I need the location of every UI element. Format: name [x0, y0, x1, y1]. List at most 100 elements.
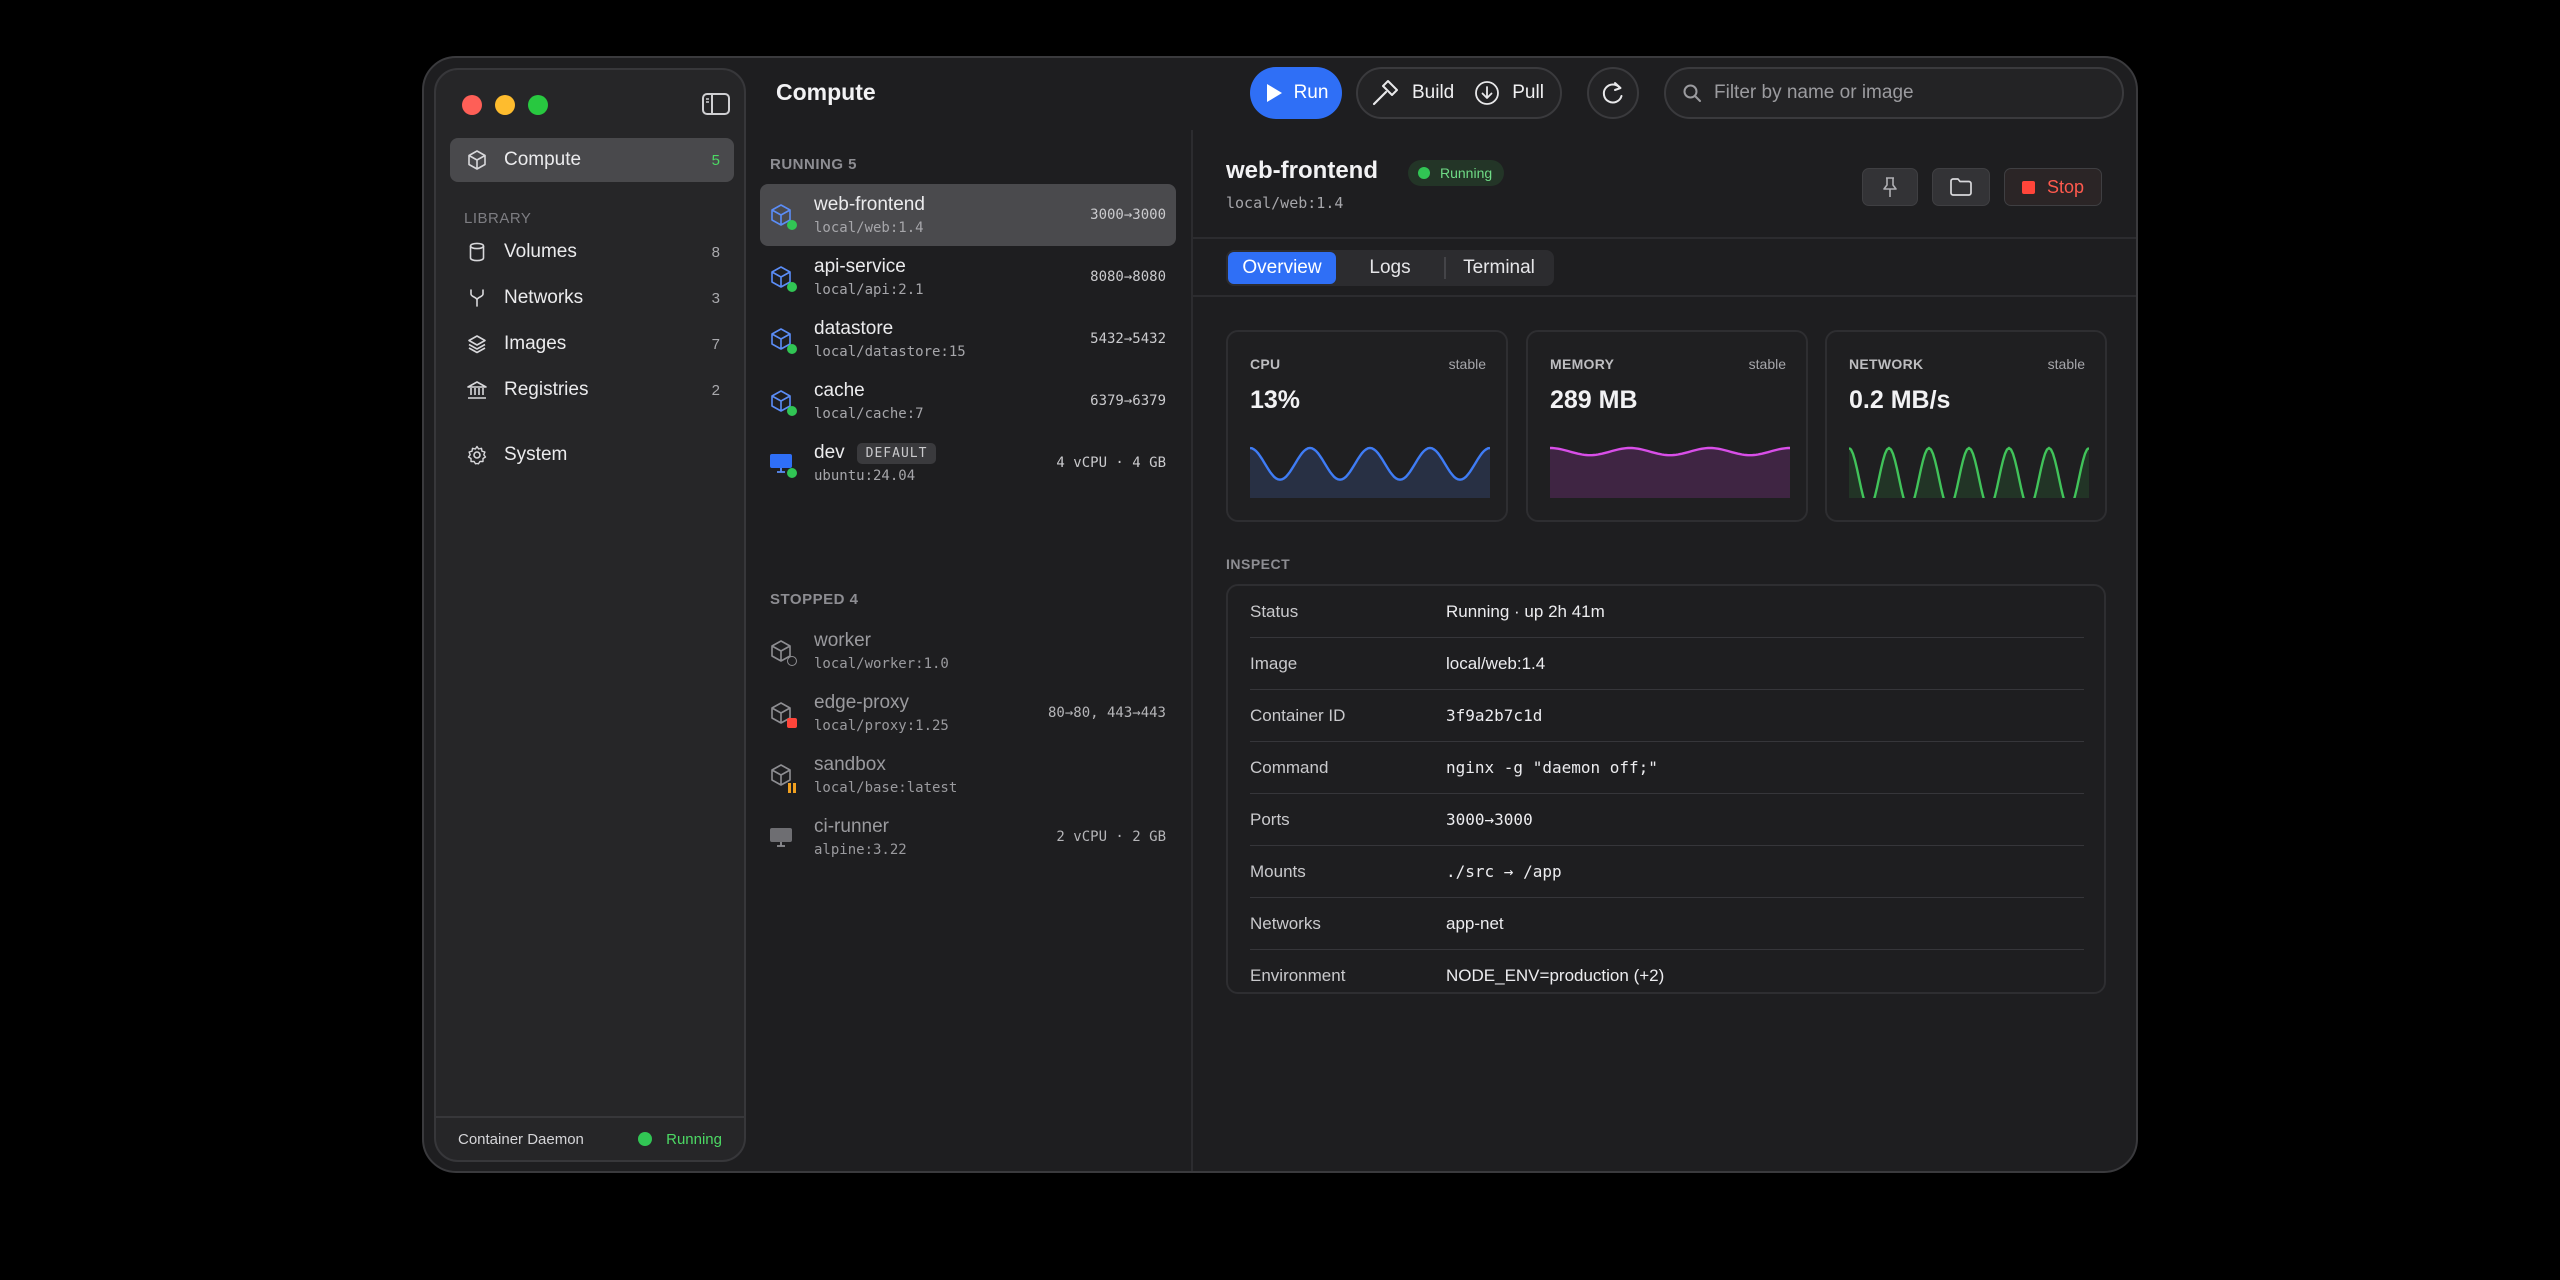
container-row-web-frontend[interactable]: web-frontend local/web:1.4 3000→3000 — [760, 184, 1176, 246]
error-status-icon — [787, 718, 797, 728]
play-icon — [1266, 84, 1282, 102]
pull-button[interactable]: Pull — [1474, 80, 1544, 106]
build-button[interactable]: Build — [1370, 78, 1454, 108]
cube-icon — [466, 149, 488, 171]
stat-trend: stable — [1448, 356, 1486, 372]
inspect-row-ports: Ports 3000→3000 — [1250, 794, 2084, 846]
container-row-datastore[interactable]: datastore local/datastore:15 5432→5432 — [760, 308, 1176, 370]
sidebar-item-count: 2 — [711, 381, 720, 399]
sidebar-item-networks[interactable]: Networks 3 — [450, 276, 734, 320]
sidebar-item-label: Networks — [504, 287, 584, 308]
stop-label: Stop — [2046, 176, 2085, 197]
tab-overview[interactable]: Overview — [1228, 252, 1336, 284]
status-dot-icon — [1418, 167, 1430, 179]
bank-icon — [466, 379, 488, 401]
container-row-cache[interactable]: cache local/cache:7 6379→6379 — [760, 370, 1176, 432]
container-cube-icon — [768, 762, 796, 793]
tab-terminal[interactable]: Terminal — [1446, 252, 1552, 284]
sidebar-item-label: Volumes — [504, 241, 577, 262]
container-image: local/cache:7 — [814, 406, 924, 422]
daemon-status: Running — [666, 1130, 722, 1148]
cylinder-icon — [466, 241, 488, 263]
sidebar-item-registries[interactable]: Registries 2 — [450, 368, 734, 412]
download-icon — [1475, 81, 1500, 105]
run-button[interactable]: Run — [1250, 67, 1342, 119]
vm-monitor-icon — [768, 450, 797, 478]
vm-resources: 4 vCPU · 4 GB — [1056, 455, 1166, 471]
pull-label: Pull — [1512, 82, 1544, 103]
container-image: alpine:3.22 — [814, 842, 907, 858]
container-image: local/worker:1.0 — [814, 656, 949, 672]
stat-label: NETWORK — [1849, 356, 1924, 372]
gear-icon — [466, 444, 488, 466]
inspect-key: Image — [1250, 653, 1298, 673]
container-name: sandbox — [814, 754, 886, 775]
container-image: ubuntu:24.04 — [814, 468, 916, 484]
container-row-sandbox[interactable]: sandbox local/base:latest — [760, 744, 1176, 806]
container-row-dev[interactable]: dev DEFAULT ubuntu:24.04 4 vCPU · 4 GB — [760, 432, 1176, 494]
sidebar-item-label: Images — [504, 333, 567, 354]
running-status-dot — [787, 282, 797, 292]
container-name: api-service — [814, 256, 906, 277]
tab-logs[interactable]: Logs — [1336, 252, 1444, 284]
minimize-window-button[interactable] — [495, 95, 515, 115]
build-label: Build — [1412, 82, 1455, 103]
container-image: local/api:2.1 — [814, 282, 924, 298]
inspect-row-environment: Environment NODE_ENV=production (+2) — [1250, 950, 2084, 1002]
inspect-row-command: Command nginx -g "daemon off;" — [1250, 742, 2084, 794]
sidebar-item-count: 8 — [711, 243, 720, 261]
container-ports: 6379→6379 — [1090, 393, 1166, 409]
search-input[interactable] — [1714, 82, 2106, 104]
detail-tabs: Overview Logs Terminal — [1226, 250, 1554, 286]
container-image: local/datastore:15 — [814, 344, 966, 360]
detail-title: web-frontend — [1226, 157, 1378, 184]
stop-button[interactable]: Stop — [2004, 168, 2102, 206]
container-cube-icon — [768, 264, 797, 292]
inspect-value: local/web:1.4 — [1446, 653, 1546, 673]
pin-button[interactable] — [1862, 168, 1918, 206]
container-image: local/web:1.4 — [814, 220, 924, 236]
inspect-value: NODE_ENV=production (+2) — [1446, 966, 1665, 985]
container-image: local/proxy:1.25 — [814, 718, 949, 734]
inspect-table: Status Running · up 2h 41m Image local/w… — [1226, 584, 2106, 994]
zoom-window-button[interactable] — [528, 95, 548, 115]
inspect-value: app-net — [1446, 913, 1504, 933]
inspect-row-networks: Networks app-net — [1250, 898, 2084, 950]
stat-trend: stable — [1748, 356, 1786, 372]
run-label: Run — [1293, 82, 1329, 103]
cpu-stat-card: CPU stable 13% — [1226, 330, 1508, 522]
container-ports: 80→80, 443→443 — [1047, 705, 1166, 721]
container-row-worker[interactable]: worker local/worker:1.0 — [760, 620, 1176, 682]
sidebar-item-count: 3 — [711, 289, 720, 307]
sidebar-item-system[interactable]: System — [450, 433, 734, 477]
container-cube-icon — [768, 700, 797, 728]
container-cube-icon — [768, 326, 797, 354]
stat-trend: stable — [2047, 356, 2085, 372]
inspect-value: 3f9a2b7c1d — [1446, 706, 1543, 725]
inspect-key: Networks — [1250, 913, 1321, 933]
sidebar-item-compute[interactable]: Compute 5 — [450, 138, 734, 182]
search-bar — [1664, 67, 2124, 119]
inspect-value: Running · up 2h 41m — [1446, 601, 1605, 621]
stat-label: CPU — [1250, 356, 1281, 372]
open-folder-button[interactable] — [1932, 168, 1990, 206]
container-row-edge-proxy[interactable]: edge-proxy local/proxy:1.25 80→80, 443→4… — [760, 682, 1176, 744]
refresh-button[interactable] — [1587, 67, 1639, 119]
sidebar-item-count: 7 — [711, 335, 720, 353]
search-icon — [1683, 84, 1701, 102]
container-row-api-service[interactable]: api-service local/api:2.1 8080→8080 — [760, 246, 1176, 308]
container-cube-icon — [768, 638, 797, 666]
sidebar-toggle-icon[interactable] — [701, 91, 731, 117]
container-name: web-frontend — [814, 194, 925, 215]
inspect-row-image: Image local/web:1.4 — [1250, 638, 2084, 690]
stat-value: 289 MB — [1550, 386, 1638, 414]
sidebar-item-volumes[interactable]: Volumes 8 — [450, 230, 734, 274]
container-row-ci-runner[interactable]: ci-runner alpine:3.22 2 vCPU · 2 GB — [760, 806, 1176, 868]
page-title: Compute — [776, 79, 876, 105]
close-window-button[interactable] — [462, 95, 482, 115]
stopped-status-dot — [787, 656, 797, 666]
sidebar-item-images[interactable]: Images 7 — [450, 322, 734, 366]
stop-icon — [2021, 180, 2035, 194]
build-pull-group: Build Pull — [1356, 67, 1562, 119]
container-name: ci-runner — [814, 816, 889, 837]
